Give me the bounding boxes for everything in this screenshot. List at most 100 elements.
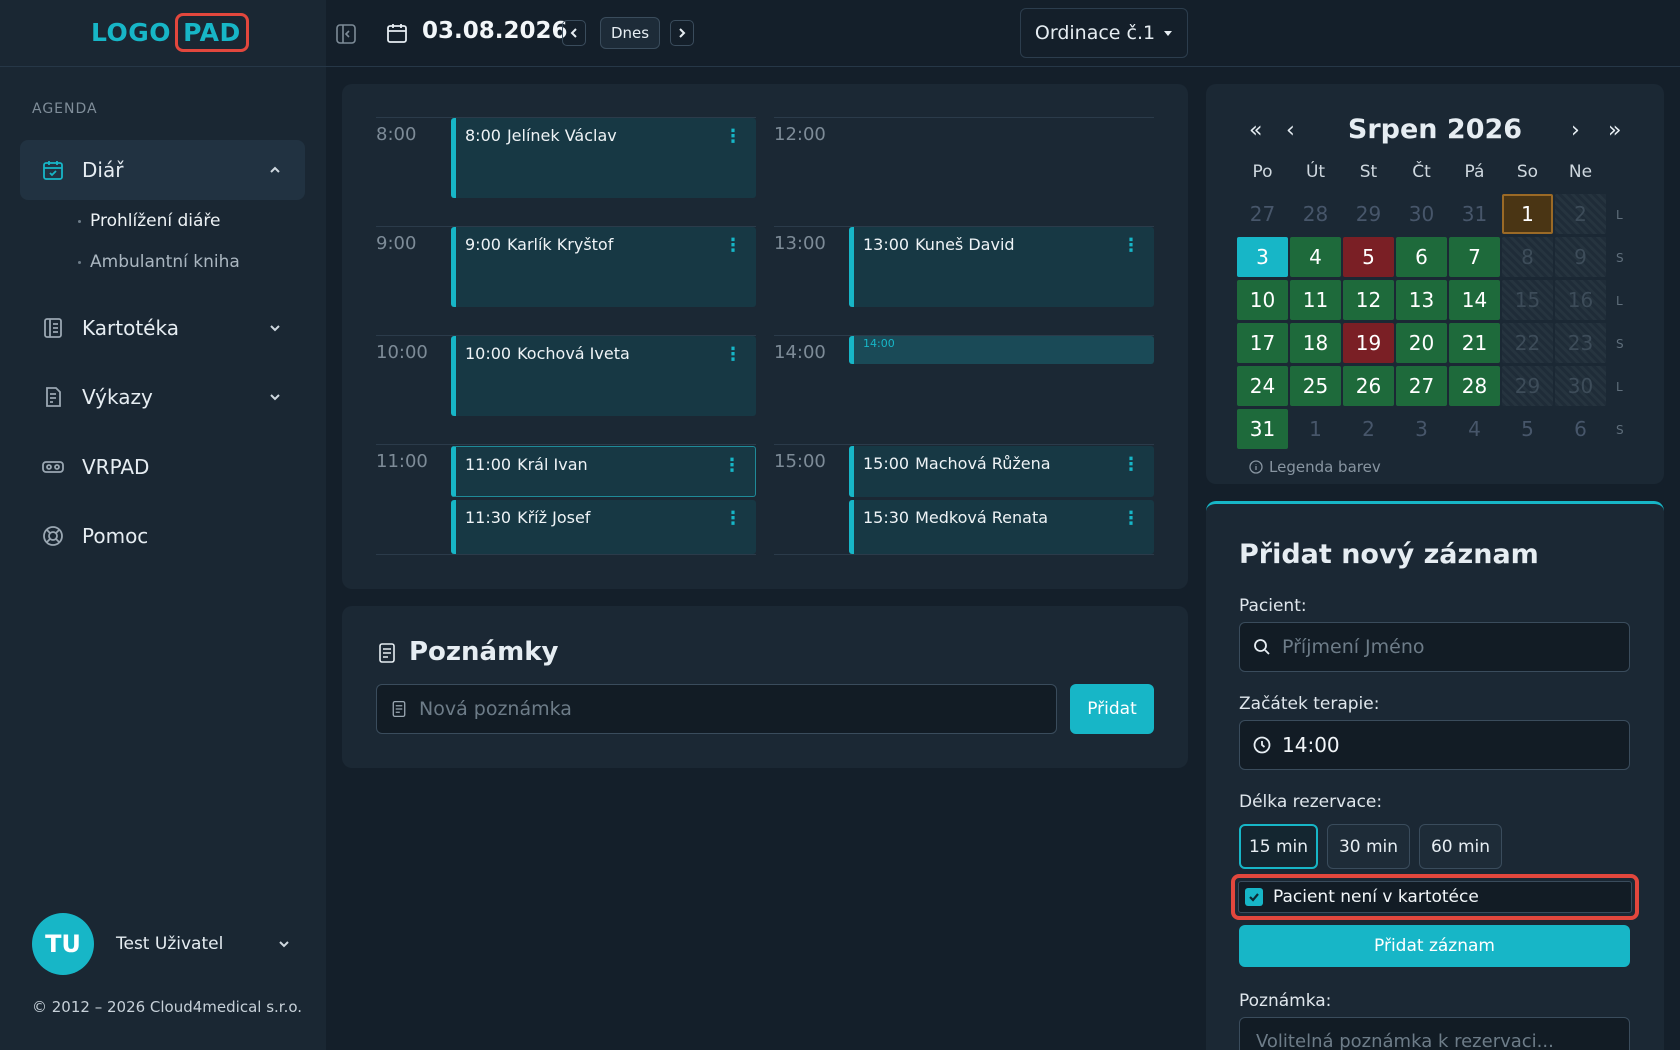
office-select[interactable]: Ordinace č.1 <box>1020 8 1188 58</box>
calendar-day[interactable]: 12 <box>1343 280 1394 320</box>
more-vertical-icon[interactable]: ⋮ <box>724 235 742 256</box>
not-in-card-index-checkbox-row[interactable]: Pacient není v kartotéce <box>1238 881 1632 913</box>
calendar-day[interactable]: 10 <box>1237 280 1288 320</box>
more-vertical-icon[interactable]: ⋮ <box>1122 454 1140 475</box>
appointment-card[interactable]: 8:00 Jelínek Václav ⋮ <box>451 118 756 198</box>
calendar-day[interactable]: 28 <box>1290 194 1341 234</box>
calendar-day[interactable]: 27 <box>1237 194 1288 234</box>
calendar-day[interactable]: 23 <box>1555 323 1606 363</box>
sidebar-item-vrpad[interactable]: VRPAD <box>20 437 305 497</box>
new-note-input[interactable]: Nová poznámka <box>376 684 1057 734</box>
more-vertical-icon[interactable]: ⋮ <box>723 455 741 476</box>
calendar-day[interactable]: 2 <box>1555 194 1606 234</box>
hour-line <box>774 444 1154 445</box>
calendar-day[interactable]: 29 <box>1502 366 1553 406</box>
start-label: Začátek terapie: <box>1239 694 1380 714</box>
appointment-patient: Machová Růžena <box>915 454 1051 473</box>
current-date: 03.08.2026 <box>422 18 568 44</box>
clock-icon <box>1253 736 1271 754</box>
calendar-day[interactable]: 29 <box>1343 194 1394 234</box>
calendar-day[interactable]: 22 <box>1502 323 1553 363</box>
note-input[interactable]: Volitelná poznámka k rezervaci... <box>1239 1017 1630 1050</box>
more-vertical-icon[interactable]: ⋮ <box>724 344 742 365</box>
calendar-day[interactable]: 2 <box>1343 409 1394 449</box>
calendar-day[interactable]: 7 <box>1449 237 1500 277</box>
calendar-day[interactable]: 14 <box>1449 280 1500 320</box>
calendar-day[interactable]: 30 <box>1555 366 1606 406</box>
calendar-day[interactable]: 5 <box>1343 237 1394 277</box>
patient-search-input[interactable]: Příjmení Jméno <box>1239 622 1630 672</box>
calendar-day[interactable]: 1 <box>1502 194 1553 234</box>
calendar-day[interactable]: 20 <box>1396 323 1447 363</box>
appointment-card[interactable]: 11:30 Kříž Josef ⋮ <box>451 500 756 554</box>
appointment-patient: Jelínek Václav <box>506 126 617 145</box>
calendar-day[interactable]: 9 <box>1555 237 1606 277</box>
calendar-day[interactable]: 4 <box>1290 237 1341 277</box>
checkbox[interactable] <box>1245 888 1263 906</box>
weekday-label: Po <box>1252 162 1273 182</box>
calendar-day[interactable]: 25 <box>1290 366 1341 406</box>
appointment-card[interactable]: 9:00 Karlík Kryštof ⋮ <box>451 227 756 307</box>
sidebar-item-pomoc[interactable]: Pomoc <box>20 506 305 566</box>
last-month-icon[interactable]: » <box>1608 118 1621 143</box>
calendar-day[interactable]: 30 <box>1396 194 1447 234</box>
next-month-icon[interactable]: › <box>1571 118 1580 143</box>
appointment-card[interactable]: 15:00 Machová Růžena ⋮ <box>849 446 1154 497</box>
app-logo[interactable]: LOGO PAD <box>91 13 249 52</box>
calendar-day[interactable]: 24 <box>1237 366 1288 406</box>
appointment-card[interactable]: 15:30 Medková Renata ⋮ <box>849 500 1154 554</box>
length-60-button[interactable]: 60 min <box>1419 824 1502 869</box>
calendar-day[interactable]: 4 <box>1449 409 1500 449</box>
calendar-day[interactable]: 16 <box>1555 280 1606 320</box>
sidebar-toggle-icon[interactable] <box>334 22 358 46</box>
calendar-day[interactable]: 3 <box>1396 409 1447 449</box>
length-15-button[interactable]: 15 min <box>1239 824 1318 869</box>
sidebar-subitem-prohlizeni[interactable]: Prohlížení diáře <box>78 211 220 231</box>
prev-day-button[interactable] <box>562 20 586 46</box>
color-legend-link[interactable]: Legenda barev <box>1249 458 1381 476</box>
selected-time-slot[interactable]: 14:00 <box>849 336 1154 364</box>
calendar-day[interactable]: 6 <box>1555 409 1606 449</box>
calendar-day[interactable]: 28 <box>1449 366 1500 406</box>
sidebar-item-kartoteka[interactable]: Kartotéka <box>20 298 305 358</box>
more-vertical-icon[interactable]: ⋮ <box>1122 508 1140 529</box>
appointment-card[interactable]: 10:00 Kochová Iveta ⋮ <box>451 336 756 416</box>
user-menu[interactable]: TU Test Uživatel <box>32 913 292 975</box>
calendar-day[interactable]: 26 <box>1343 366 1394 406</box>
calendar-day[interactable]: 18 <box>1290 323 1341 363</box>
next-day-button[interactable] <box>670 20 694 46</box>
today-button[interactable]: Dnes <box>600 17 660 49</box>
sidebar-item-diar[interactable]: Diář <box>20 140 305 200</box>
add-note-button[interactable]: Přidat <box>1070 684 1154 734</box>
logo-pad-text: PAD <box>175 13 249 52</box>
sidebar-item-label: VRPAD <box>82 455 150 479</box>
appointment-card[interactable]: 13:00 Kuneš David ⋮ <box>849 227 1154 307</box>
calendar-day[interactable]: 27 <box>1396 366 1447 406</box>
calendar-check-icon <box>40 157 66 183</box>
start-time-input[interactable]: 14:00 <box>1239 720 1630 770</box>
calendar-day[interactable]: 3 <box>1237 237 1288 277</box>
more-vertical-icon[interactable]: ⋮ <box>1122 235 1140 256</box>
calendar-day[interactable]: 13 <box>1396 280 1447 320</box>
more-vertical-icon[interactable]: ⋮ <box>724 126 742 147</box>
add-record-button[interactable]: Přidat záznam <box>1239 925 1630 967</box>
appointment-card[interactable]: 11:00 Král Ivan ⋮ <box>451 446 756 497</box>
calendar-day[interactable]: 19 <box>1343 323 1394 363</box>
sidebar-item-vykazy[interactable]: Výkazy <box>20 367 305 427</box>
calendar-day[interactable]: 15 <box>1502 280 1553 320</box>
avatar: TU <box>32 913 94 975</box>
more-vertical-icon[interactable]: ⋮ <box>724 508 742 529</box>
calendar-day[interactable]: 17 <box>1237 323 1288 363</box>
sidebar-subitem-ambulantni[interactable]: Ambulantní kniha <box>78 252 240 272</box>
length-30-button[interactable]: 30 min <box>1327 824 1410 869</box>
calendar-day[interactable]: 21 <box>1449 323 1500 363</box>
calendar-day[interactable]: 31 <box>1449 194 1500 234</box>
calendar-day[interactable]: 31 <box>1237 409 1288 449</box>
calendar-icon[interactable] <box>384 20 410 46</box>
calendar-day[interactable]: 11 <box>1290 280 1341 320</box>
calendar-day[interactable]: 8 <box>1502 237 1553 277</box>
calendar-day[interactable]: 1 <box>1290 409 1341 449</box>
calendar-day[interactable]: 6 <box>1396 237 1447 277</box>
calendar-day[interactable]: 5 <box>1502 409 1553 449</box>
info-icon <box>1249 460 1263 474</box>
